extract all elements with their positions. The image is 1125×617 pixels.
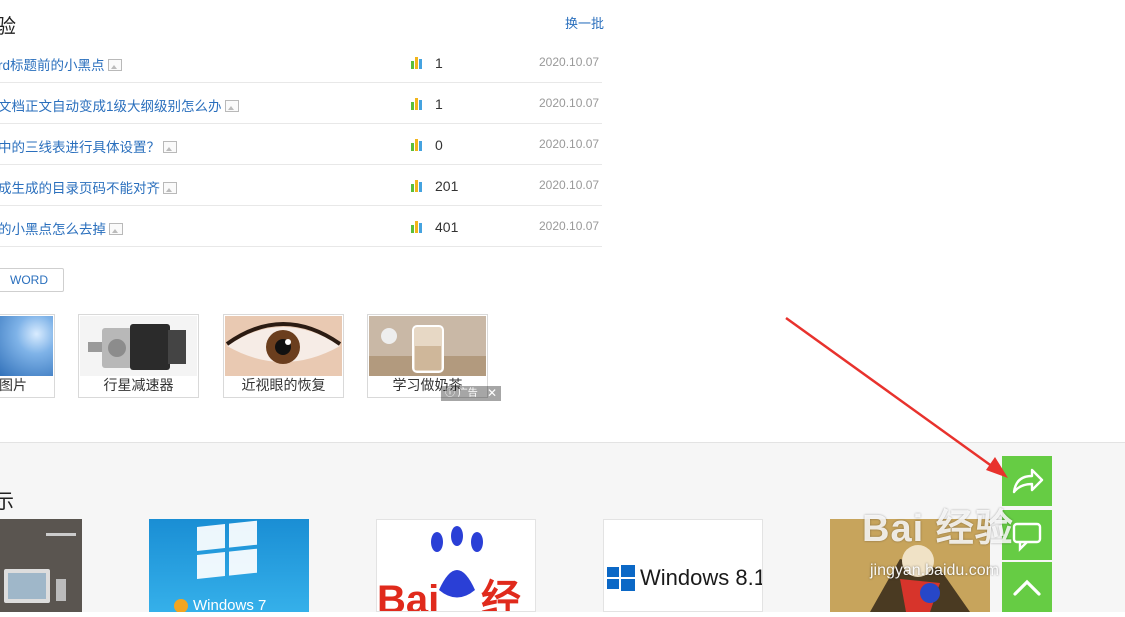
card-label: Windows 8.1 [640, 565, 763, 590]
list-item[interactable]: 中的三线表进行具体设置？ 0 2020.10.07 [0, 124, 602, 165]
view-count: 401 [435, 219, 459, 235]
close-icon[interactable]: ✕ [487, 386, 497, 401]
ad-badge[interactable]: ⓘ 广告 ✕ [441, 386, 501, 401]
feedback-button[interactable] [1002, 510, 1052, 560]
view-count: 0 [435, 137, 443, 153]
ad-label: ⓘ 广告 [445, 388, 478, 399]
bar-chart-icon [411, 180, 425, 192]
cartoon-thumbnail[interactable] [830, 519, 990, 612]
windows81-thumbnail[interactable]: Windows 8.1 [603, 519, 763, 612]
eye-thumbnail [225, 316, 342, 376]
svg-text:Bai: Bai [377, 578, 439, 612]
article-date: 2020.10.07 [539, 219, 600, 233]
related-card[interactable]: 近视眼的恢复 [223, 314, 344, 398]
share-icon [1012, 468, 1044, 494]
card-label: Windows 7 [193, 597, 267, 612]
article-date: 2020.10.07 [539, 137, 600, 151]
back-to-top-button[interactable] [1002, 562, 1052, 612]
milk-tea-thumbnail [369, 316, 486, 376]
image-icon [163, 141, 177, 153]
view-count: 1 [435, 55, 443, 71]
bar-chart-icon [411, 57, 425, 69]
list-item[interactable]: 成生成的目录页码不能对齐 201 2020.10.07 [0, 165, 602, 206]
windows7-thumbnail[interactable]: Windows 7 [149, 519, 309, 612]
card-caption: 行星减速器 [103, 377, 174, 393]
lower-section-title: 示 [0, 491, 14, 513]
back-to-top-icon [1013, 579, 1041, 596]
baidu-jingyan-thumbnail[interactable]: Bai 经 [376, 519, 536, 612]
section-title: 验 [0, 16, 16, 38]
bar-chart-icon [411, 139, 425, 151]
related-card[interactable]: 行星减速器 [78, 314, 199, 398]
view-count: 201 [435, 178, 459, 194]
article-title-link[interactable]: rd标题前的小黑点 [0, 54, 122, 74]
image-icon [109, 223, 123, 235]
bar-chart-icon [411, 98, 425, 110]
article-list: rd标题前的小黑点 1 2020.10.07 文档正文自动变成1级大纲级别怎么办… [0, 42, 602, 247]
feedback-icon [1012, 522, 1042, 552]
article-title-link[interactable]: 中的三线表进行具体设置？ [0, 136, 177, 156]
list-item[interactable]: rd标题前的小黑点 1 2020.10.07 [0, 42, 602, 83]
article-date: 2020.10.07 [539, 55, 600, 69]
card-caption: 图片 [0, 377, 27, 393]
svg-text:经: 经 [481, 578, 521, 612]
image-icon [224, 100, 239, 112]
image-icon [107, 59, 122, 71]
article-date: 2020.10.07 [539, 96, 600, 110]
article-date: 2020.10.07 [539, 178, 600, 192]
share-button[interactable] [1002, 456, 1052, 506]
bar-chart-icon [411, 221, 425, 233]
article-title-link[interactable]: 成生成的目录页码不能对齐 [0, 177, 177, 197]
gearbox-thumbnail [80, 316, 197, 376]
image-icon [163, 182, 177, 194]
view-count: 1 [435, 96, 443, 112]
refresh-link[interactable]: 换一批 [565, 13, 604, 32]
card-caption: 近视眼的恢复 [241, 377, 326, 393]
tag-word[interactable]: WORD [0, 268, 64, 292]
article-title-link[interactable]: 的小黑点怎么去掉 [0, 218, 123, 238]
list-item[interactable]: 文档正文自动变成1级大纲级别怎么办 1 2020.10.07 [0, 83, 602, 124]
laptop-thumbnail[interactable] [0, 519, 82, 612]
article-title-link[interactable]: 文档正文自动变成1级大纲级别怎么办 [0, 95, 239, 115]
abstract-blue-thumbnail [0, 316, 53, 376]
related-card[interactable]: 图片 [0, 314, 55, 398]
list-item[interactable]: 的小黑点怎么去掉 401 2020.10.07 [0, 206, 602, 247]
